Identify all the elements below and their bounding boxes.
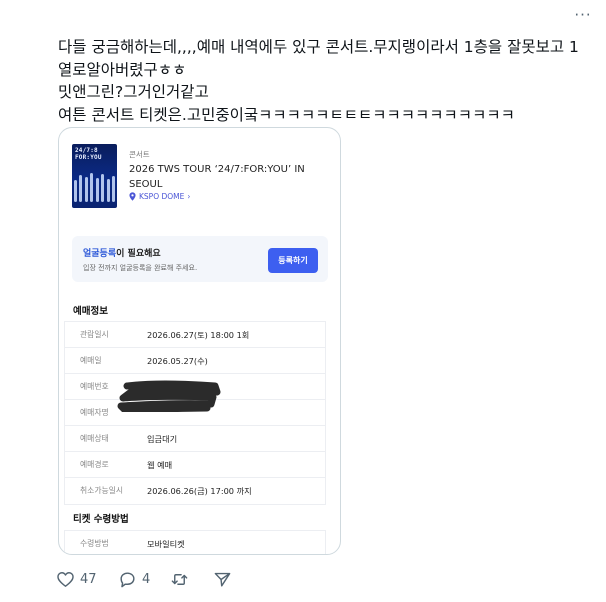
concert-title: 2026 TWS TOUR ‘24/7:FOR:YOU’ IN SEOUL [129, 164, 305, 190]
row-value: 2026.05.27(수) [147, 356, 208, 366]
row-key: 취소가능일시 [80, 486, 124, 495]
booking-info-table: 관람일시 2026.06.27(토) 18:00 1회 예매일 2026.05.… [64, 321, 326, 505]
row-key: 예매일 [80, 356, 102, 365]
share-icon [214, 572, 231, 587]
table-row: 취소가능일시 2026.06.26(금) 17:00 까지 [65, 478, 325, 504]
chevron-right-icon: › [187, 192, 191, 201]
table-row: 수령방법 모바일티켓 [65, 531, 325, 554]
reply-icon [120, 572, 135, 588]
row-key: 예매자명 [80, 408, 109, 417]
booking-info-title: 예매정보 [73, 306, 108, 317]
retweet-button[interactable] [170, 570, 213, 589]
more-icon: ··· [574, 6, 592, 24]
reply-count: 4 [142, 572, 151, 587]
reply-button[interactable]: 4 [118, 570, 170, 589]
face-registration-banner: 얼굴등록이 필요해요 입장 전까지 얼굴등록을 완료해 주세요. 등록하기 [72, 236, 328, 282]
register-face-button: 등록하기 [268, 248, 318, 273]
row-value: 2026.06.26(금) 17:00 까지 [147, 486, 252, 496]
poster-text-line: FOR:YOU [75, 154, 102, 161]
like-count: 47 [80, 572, 97, 587]
row-key: 예매상태 [80, 434, 109, 443]
concert-poster: 24/7:8 FOR:YOU [72, 144, 117, 208]
row-value: 웹 예매 [147, 460, 173, 470]
receive-method-table: 수령방법 모바일티켓 [64, 530, 326, 554]
face-registration-title-highlight: 얼굴등록 [83, 249, 117, 259]
row-value: 모바일티켓 [147, 539, 185, 549]
face-registration-title-rest: 이 필요해요 [116, 249, 161, 259]
table-row: 예매일 2026.05.27(수) [65, 348, 325, 374]
row-value: 2026.06.27(토) 18:00 1회 [147, 330, 250, 340]
tweet-media-image[interactable]: 24/7:8 FOR:YOU 콘서트 2026 TWS TOUR ‘24/7:F… [58, 127, 341, 555]
tweet-actions: 47 4 [56, 570, 232, 589]
poster-text-line: 24/7:8 [75, 147, 98, 154]
face-registration-title: 얼굴등록이 필요해요 [83, 246, 161, 259]
table-row: 예매상태 입금대기 [65, 426, 325, 452]
redaction-scribble [117, 380, 221, 412]
like-button[interactable]: 47 [56, 570, 118, 589]
table-row: 관람일시 2026.06.27(토) 18:00 1회 [65, 322, 325, 348]
tweet-text-line: 열로알아버렸구ㅎㅎ [58, 60, 187, 79]
retweet-icon [171, 574, 188, 585]
face-registration-subtitle: 입장 전까지 얼굴등록을 완료해 주세요. [83, 264, 198, 272]
row-key: 예매경로 [80, 460, 109, 469]
receive-method-title: 티켓 수령방법 [73, 514, 129, 525]
tweet-text: 다들 궁금해하는데,,,,예매 내역에두 있구 콘서트.무지랭이라서 1층을 잘… [58, 36, 598, 126]
table-row: 예매경로 웹 예매 [65, 452, 325, 478]
location-pin-icon [129, 192, 136, 201]
row-key: 수령방법 [80, 539, 109, 548]
tweet-text-line: 여튼 콘서트 티켓은.고민중이궄ㅋㅋㅋㅋㅋㅌㅌㅌㅋㅋㅋㅋㅋㅋㅋㅋㅋㅋ [58, 105, 515, 124]
share-button[interactable] [213, 570, 232, 589]
row-key: 예매번호 [80, 382, 109, 391]
tweet-text-line: 다들 궁금해하는데,,,,예매 내역에두 있구 콘서트.무지랭이라서 1층을 잘… [58, 38, 579, 56]
venue-link: KSPO DOME › [129, 192, 190, 201]
venue-name: KSPO DOME [139, 192, 185, 201]
tweet-text-line: 밋앤그린?그거인거같고 [58, 83, 209, 101]
heart-icon [57, 572, 74, 587]
more-options-button[interactable]: ··· [572, 6, 594, 24]
row-value: 입금대기 [147, 434, 178, 444]
row-key: 관람일시 [80, 330, 109, 339]
concert-category: 콘서트 [129, 150, 150, 159]
